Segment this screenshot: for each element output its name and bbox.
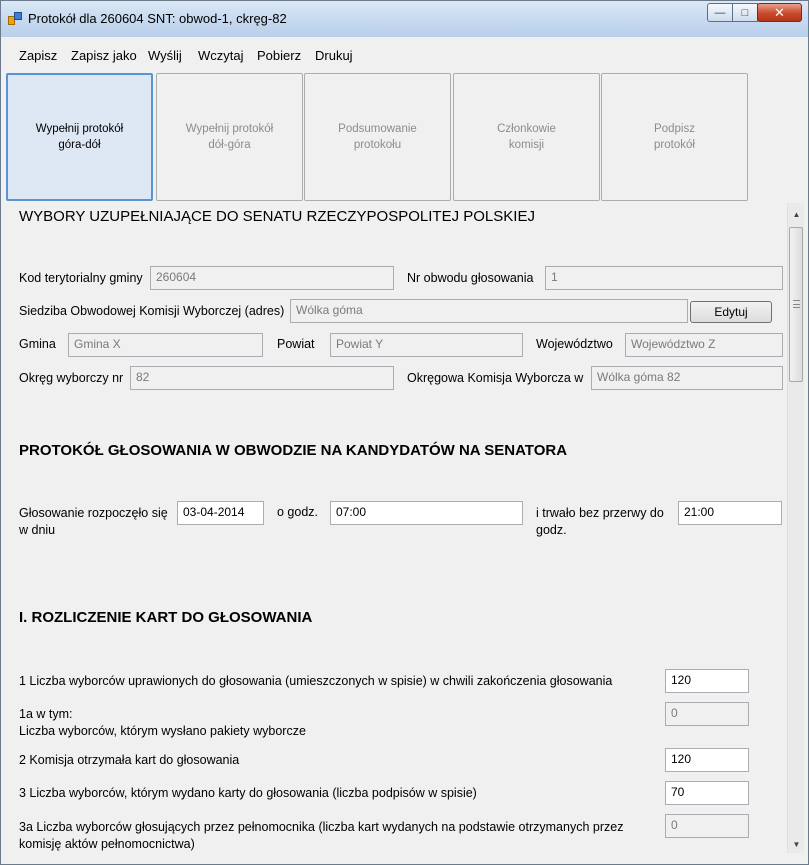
nr-obwodu-label: Nr obwodu głosowania xyxy=(407,271,534,285)
start-date-input[interactable]: 03-04-2014 xyxy=(177,501,264,525)
row-2-input[interactable]: 120 xyxy=(665,748,749,772)
menu-drukuj[interactable]: Drukuj xyxy=(315,48,353,63)
powiat-label: Powiat xyxy=(277,337,315,351)
tab-label: Wypełnij protokół dół-góra xyxy=(185,123,274,151)
app-window: Protokół dla 260604 SNT: obwod-1, ckręg-… xyxy=(0,0,809,865)
tab-label: Podsumowanie protokołu xyxy=(338,123,417,151)
row-2-label: 2 Komisja otrzymała kart do głosowania xyxy=(19,753,240,767)
tab-podsumowanie[interactable]: Podsumowanie protokołu xyxy=(304,73,451,201)
scroll-thumb[interactable] xyxy=(789,227,803,382)
main-title: WYBORY UZUPEŁNIAJĄCE DO SENATU RZECZYPOS… xyxy=(19,208,535,225)
gmina-input[interactable]: Gmina X xyxy=(68,333,263,357)
siedziba-label: Siedziba Obwodowej Komisji Wyborczej (ad… xyxy=(19,304,285,318)
tab-podpisz[interactable]: Podpisz protokół xyxy=(601,73,748,201)
siedziba-input[interactable]: Wólka góma xyxy=(290,299,688,323)
minimize-button[interactable]: — xyxy=(707,3,733,22)
protokol-title: PROTOKÓŁ GŁOSOWANIA W OBWODZIE NA KANDYD… xyxy=(19,442,568,459)
scroll-down-arrow-icon[interactable]: ▼ xyxy=(788,836,805,853)
nr-obwodu-input[interactable]: 1 xyxy=(545,266,783,290)
app-icon xyxy=(8,12,22,26)
row-3-input[interactable]: 70 xyxy=(665,781,749,805)
wojewodztwo-label: Województwo xyxy=(536,337,613,351)
okreg-input[interactable]: 82 xyxy=(130,366,394,390)
row-1-label: 1 Liczba wyborców uprawionych do głosowa… xyxy=(19,674,613,688)
close-button[interactable]: ✕ xyxy=(757,3,802,22)
tab-label: Podpisz protokół xyxy=(654,123,695,151)
row-1a-label: 1a w tym: Liczba wyborców, którym wysłan… xyxy=(19,707,306,738)
edit-button[interactable]: Edytuj xyxy=(690,301,772,323)
okw-label: Okręgowa Komisja Wyborcza w xyxy=(407,371,584,385)
scroll-up-arrow-icon[interactable]: ▲ xyxy=(788,206,805,223)
o-godz-label: o godz. xyxy=(277,505,319,519)
menu-pobierz[interactable]: Pobierz xyxy=(257,48,301,63)
menu-wczytaj[interactable]: Wczytaj xyxy=(198,48,244,63)
window-title: Protokół dla 260604 SNT: obwod-1, ckręg-… xyxy=(28,11,287,26)
tab-label: Członkowie komisji xyxy=(497,123,556,151)
tab-wypelnij-gora-dol[interactable]: Wypełnij protokół góra-dół xyxy=(6,73,153,201)
row-3-label: 3 Liczba wyborców, którym wydano karty d… xyxy=(19,786,477,800)
grip-icon xyxy=(793,300,800,308)
start-time-input[interactable]: 07:00 xyxy=(330,501,523,525)
tab-wypelnij-dol-gora[interactable]: Wypełnij protokół dół-góra xyxy=(156,73,303,201)
menu-zapisz[interactable]: Zapisz xyxy=(19,48,57,63)
maximize-button[interactable]: □ xyxy=(732,3,758,22)
kod-label: Kod terytorialny gminy xyxy=(19,271,143,285)
gmina-label: Gmina xyxy=(19,337,56,351)
wojewodztwo-input[interactable]: Województwo Z xyxy=(625,333,783,357)
row-3a-input[interactable]: 0 xyxy=(665,814,749,838)
title-bar[interactable]: Protokół dla 260604 SNT: obwod-1, ckręg-… xyxy=(1,1,808,37)
section1-title: I. ROZLICZENIE KART DO GŁOSOWANIA xyxy=(19,609,313,626)
tab-label: Wypełnij protokół góra-dół xyxy=(35,123,124,151)
vertical-scrollbar[interactable]: ▲ ▼ xyxy=(787,203,804,853)
powiat-input[interactable]: Powiat Y xyxy=(330,333,523,357)
start-label: Głosowanie rozpoczęło się w dniu xyxy=(19,506,168,537)
row-1-input[interactable]: 120 xyxy=(665,669,749,693)
row-3a-label: 3a Liczba wyborców głosujących przez peł… xyxy=(19,820,624,851)
menu-zapisz-jako[interactable]: Zapisz jako xyxy=(71,48,137,63)
okw-input[interactable]: Wólka góma 82 xyxy=(591,366,783,390)
kod-input[interactable]: 260604 xyxy=(150,266,394,290)
tab-czlonkowie[interactable]: Członkowie komisji xyxy=(453,73,600,201)
menu-wyslij[interactable]: Wyślij xyxy=(148,48,182,63)
end-label: i trwało bez przerwy do godz. xyxy=(536,506,664,537)
menu-bar: Zapisz Zapisz jako Wyślij Wczytaj Pobier… xyxy=(2,38,808,71)
row-1a-input[interactable]: 0 xyxy=(665,702,749,726)
okreg-label: Okręg wyborczy nr xyxy=(19,371,124,385)
end-time-input[interactable]: 21:00 xyxy=(678,501,782,525)
